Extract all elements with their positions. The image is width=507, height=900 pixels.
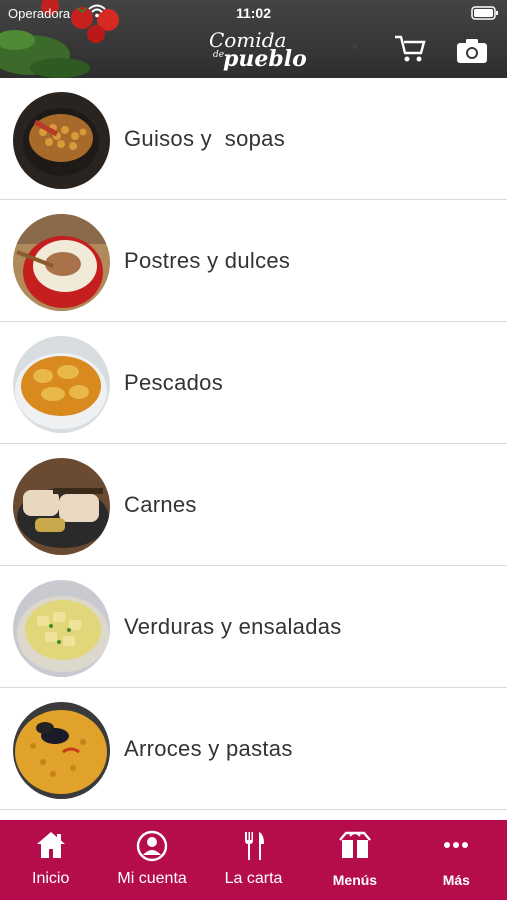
fish-stew-photo xyxy=(13,336,110,433)
tab-mi-cuenta[interactable]: Mi cuenta xyxy=(101,820,202,900)
app-header: Operadora 11:02 Comida de pueblo xyxy=(0,0,507,78)
rice-pudding-photo xyxy=(13,214,110,311)
battery-icon xyxy=(471,6,498,20)
more-icon xyxy=(444,842,469,848)
category-row-arroces[interactable]: Arroces y pastas xyxy=(0,688,507,810)
potato-salad-photo xyxy=(13,580,110,677)
app-logo: Comida de pueblo xyxy=(205,26,315,74)
home-icon xyxy=(36,832,65,858)
category-label: Arroces y pastas xyxy=(124,736,293,761)
category-label: Verduras y ensaladas xyxy=(124,614,342,639)
chickpea-stew-photo xyxy=(13,92,110,189)
tab-bar: Inicio Mi cuenta La carta Menús Más xyxy=(0,820,507,900)
fork-knife-icon xyxy=(244,832,264,860)
category-list: Guisos y sopas Postres y dulces Pescados xyxy=(0,78,507,810)
tab-label: Mi cuenta xyxy=(117,870,187,887)
status-time: 11:02 xyxy=(235,5,272,21)
category-row-verduras[interactable]: Verduras y ensaladas xyxy=(0,566,507,688)
category-label: Postres y dulces xyxy=(124,248,291,273)
logo-word-2: pueblo xyxy=(223,46,307,72)
camera-icon[interactable] xyxy=(456,38,488,64)
category-label: Guisos y sopas xyxy=(124,126,286,151)
tab-label: Menús xyxy=(332,872,378,888)
cart-icon[interactable] xyxy=(393,34,427,64)
box-icon xyxy=(339,831,371,858)
tab-mas[interactable]: Más xyxy=(406,820,507,900)
category-row-postres[interactable]: Postres y dulces xyxy=(0,200,507,322)
tab-label: Inicio xyxy=(32,870,70,887)
category-row-pescados[interactable]: Pescados xyxy=(0,322,507,444)
category-label: Pescados xyxy=(124,370,224,395)
category-label: Carnes xyxy=(124,492,197,517)
paella-photo xyxy=(13,702,110,799)
category-row-guisos[interactable]: Guisos y sopas xyxy=(0,78,507,200)
tab-label: La carta xyxy=(224,870,283,887)
category-row-carnes[interactable]: Carnes xyxy=(0,444,507,566)
tab-label: Más xyxy=(442,872,470,888)
roast-meat-photo xyxy=(13,458,110,555)
tab-menus[interactable]: Menús xyxy=(304,820,405,900)
tab-la-carta[interactable]: La carta xyxy=(203,820,304,900)
user-icon xyxy=(136,830,168,862)
tab-inicio[interactable]: Inicio xyxy=(0,820,101,900)
